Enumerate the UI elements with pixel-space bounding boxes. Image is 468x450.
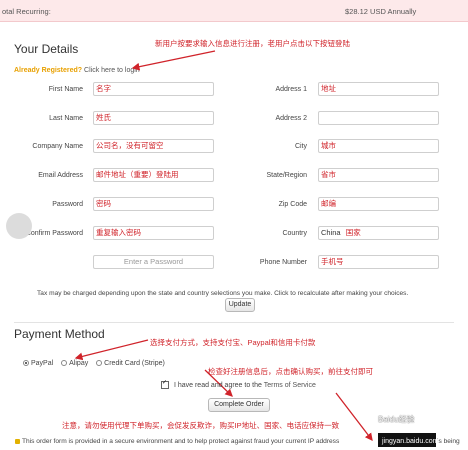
last-name-field[interactable]: 姓氏 <box>93 111 214 125</box>
payment-option-paypal[interactable]: PayPal <box>23 360 53 367</box>
security-notice-end: is being <box>437 438 460 445</box>
state-label: State/Region <box>266 172 307 179</box>
update-button[interactable]: Update <box>225 298 255 312</box>
email-field[interactable]: 邮件地址（重要）登陆用 <box>93 168 214 182</box>
address2-field[interactable] <box>318 111 439 125</box>
payment-arrow <box>74 339 149 361</box>
country-label: Country <box>282 230 307 237</box>
address1-field[interactable]: 地址 <box>318 82 439 96</box>
phone-label: Phone Number <box>259 259 307 266</box>
first-name-field[interactable]: 名字 <box>93 82 214 96</box>
radio-icon <box>96 360 103 367</box>
scroll-circle <box>6 213 32 239</box>
password-strength-field[interactable]: Enter a Password <box>93 255 214 269</box>
watermark-logo: Baidu经验 <box>378 415 415 424</box>
lock-icon <box>15 438 20 444</box>
radio-icon <box>23 360 29 367</box>
phone-field[interactable]: 手机号 <box>318 255 439 269</box>
last-name-label: Last Name <box>49 115 83 122</box>
watermark-url: jingyan.baidu.com <box>382 438 439 445</box>
state-field[interactable]: 省市 <box>318 168 439 182</box>
password-label: Password <box>52 201 83 208</box>
radio-icon <box>61 360 68 367</box>
country-annotation: 国家 <box>345 228 361 237</box>
ip-arrow <box>335 392 373 442</box>
payment-option-alipay[interactable]: Alipay <box>61 360 88 367</box>
proxy-warning-annotation: 注意，请勿使用代理下单购买，会促发反欺诈，购买IP地址、国家、电话应保持一致 <box>62 421 340 430</box>
terms-annotation: 检查好注册信息后，点击确认购买，前往支付即可 <box>208 367 373 376</box>
terms-row: ✓ I have read and agree to the Terms of … <box>161 380 316 389</box>
login-arrow <box>131 50 216 71</box>
zip-field[interactable]: 邮编 <box>318 197 439 211</box>
security-notice: This order form is provided in a secure … <box>15 438 339 445</box>
country-select[interactable]: China 国家 <box>318 226 439 240</box>
confirm-password-field[interactable]: 重复输入密码 <box>93 226 214 240</box>
zip-label: Zip Code <box>278 201 307 208</box>
country-value: China <box>321 228 341 237</box>
section-divider <box>14 322 454 323</box>
terms-text: I have read and agree to the <box>173 381 262 389</box>
first-name-label: First Name <box>48 86 83 93</box>
city-field[interactable]: 城市 <box>318 139 439 153</box>
address1-label: Address 1 <box>275 86 307 93</box>
email-label: Email Address <box>38 172 83 179</box>
city-label: City <box>294 143 307 150</box>
payment-options: PayPal Alipay Credit Card (Stripe) <box>23 360 165 367</box>
terms-link[interactable]: Terms of Service <box>264 382 316 389</box>
company-label: Company Name <box>32 143 83 150</box>
payment-annotation: 选择支付方式，支持支付宝、Paypal和信用卡付款 <box>150 338 316 347</box>
payment-method-title: Payment Method <box>14 327 105 341</box>
address2-label: Address 2 <box>275 115 307 122</box>
complete-order-button[interactable]: Complete Order <box>208 398 270 412</box>
terms-checkbox[interactable]: ✓ <box>161 380 169 389</box>
check-icon: ✓ <box>162 380 168 386</box>
payment-option-credit-card[interactable]: Credit Card (Stripe) <box>96 360 165 367</box>
password-field[interactable]: 密码 <box>93 197 214 211</box>
company-field[interactable]: 公司名，没有可留空 <box>93 139 214 153</box>
tax-notice: Tax may be charged depending upon the st… <box>37 290 409 297</box>
